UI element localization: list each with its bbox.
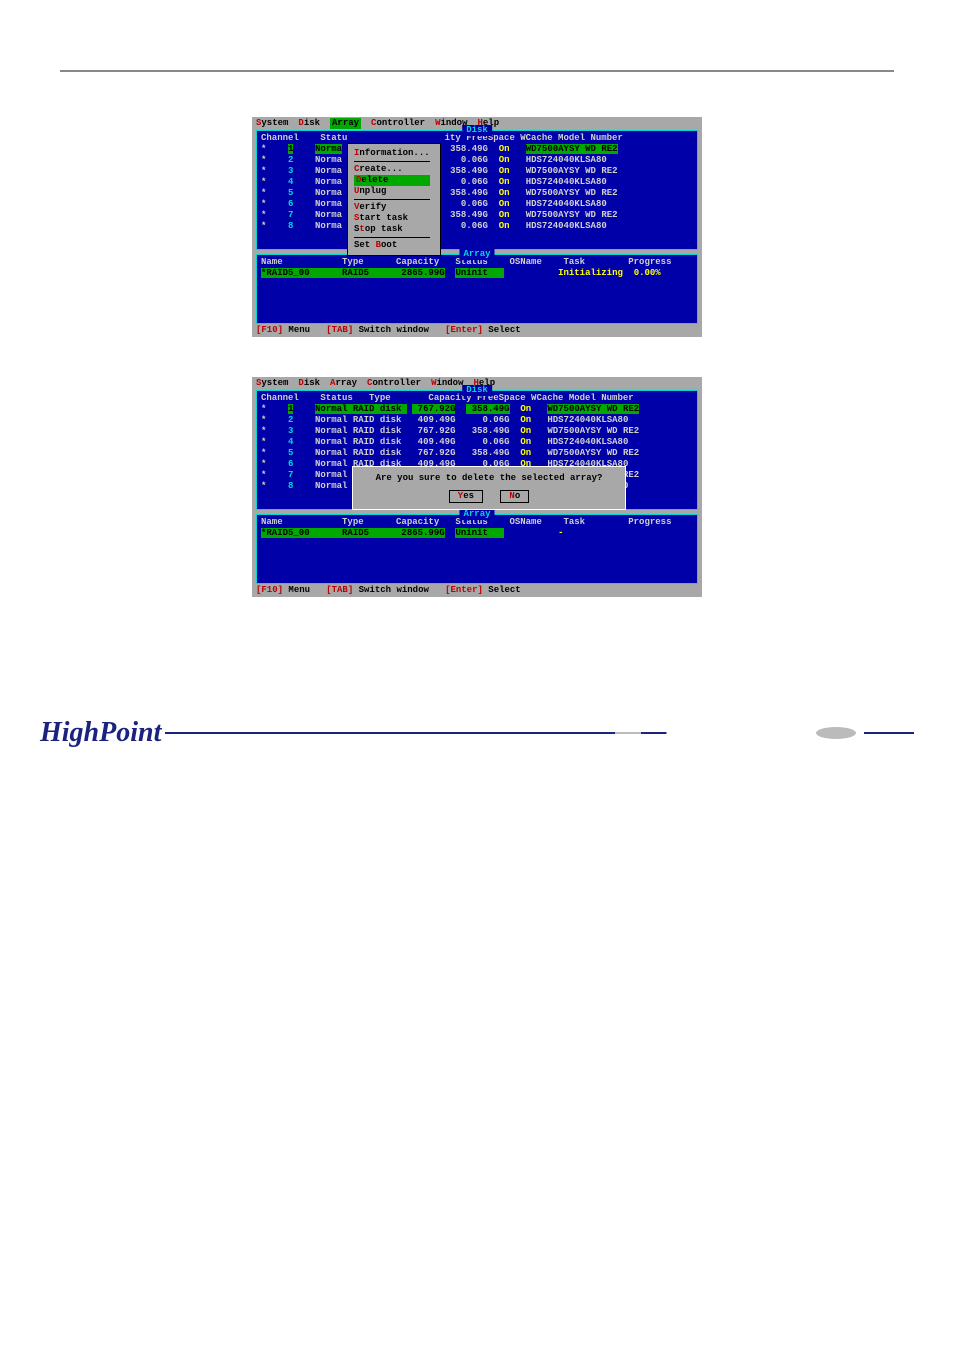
menu-disk[interactable]: Disk [298, 378, 320, 389]
disk-panel-title: Disk [462, 385, 492, 396]
array-panel-title: Array [459, 509, 494, 520]
menu-array[interactable]: Array [330, 118, 361, 129]
table-row[interactable]: * 1 Norma 2G 358.49G On WD7500AYSY WD RE… [261, 144, 693, 155]
footer-page-oval [816, 727, 856, 739]
table-row[interactable]: *RAID5_00 RAID5 2865.99G Uninit - [261, 528, 693, 539]
table-row[interactable]: * 3 Normal RAID disk 767.92G 358.49G On … [261, 426, 693, 437]
footer-line-tail [864, 732, 914, 734]
dialog-message: Are you sure to delete the selected arra… [359, 473, 619, 484]
menu-window[interactable]: Window [431, 378, 463, 389]
array-panel: Array Name Type Capacity Status OSName T… [256, 254, 698, 324]
menu-item-delete[interactable]: Delete [354, 175, 430, 186]
table-row[interactable]: * 4 Normal RAID disk 409.49G 0.06G On HD… [261, 437, 693, 448]
menu-controller[interactable]: Controller [367, 378, 421, 389]
array-panel: Array Name Type Capacity Status OSName T… [256, 514, 698, 584]
table-row[interactable]: * 4 Norma 9G 0.06G On HDS724040KLSA80 [261, 177, 693, 188]
table-row[interactable]: * 6 Norma 9G 0.06G On HDS724040KLSA80 [261, 199, 693, 210]
dialog-yes-button[interactable]: Yes [449, 490, 483, 503]
table-row[interactable]: *RAID5_00 RAID5 2865.99G Uninit Initiali… [261, 268, 693, 279]
highpoint-logo: HighPoint [40, 717, 161, 749]
disk-panel-title: Disk [462, 125, 492, 136]
table-row[interactable]: * 2 Norma 9G 0.06G On HDS724040KLSA80 [261, 155, 693, 166]
menu-array[interactable]: Array [330, 378, 357, 389]
table-row[interactable]: * 2 Normal RAID disk 409.49G 0.06G On HD… [261, 415, 693, 426]
menu-item-start-task[interactable]: Start task [354, 213, 430, 224]
menu-item-stop-task[interactable]: Stop task [354, 224, 430, 235]
array-panel-title: Array [459, 249, 494, 260]
menu-system[interactable]: System [256, 378, 288, 389]
menu-item-create[interactable]: Create... [354, 164, 430, 175]
table-row[interactable]: * 7 Norma 2G 358.49G On WD7500AYSY WD RE… [261, 210, 693, 221]
bios-console-2: System Disk Array Controller Window Help… [252, 377, 702, 597]
table-row[interactable]: * 5 Norma 2G 358.49G On WD7500AYSY WD RE… [261, 188, 693, 199]
menu-item-verify[interactable]: Verify [354, 202, 430, 213]
disk-panel: Disk Channel Statu ity FreeSpace WCache … [256, 130, 698, 250]
menu-item-unplug[interactable]: Unplug [354, 186, 430, 197]
status-bar: [F10] Menu [TAB] Switch window [Enter] S… [252, 324, 702, 337]
bios-console-1: System Disk Array Controller Window Help… [252, 117, 702, 337]
footer-line [165, 732, 808, 734]
confirm-dialog: Are you sure to delete the selected arra… [352, 466, 626, 510]
page-footer: HighPoint [40, 717, 914, 749]
table-row[interactable]: * 3 Norma 2G 358.49G On WD7500AYSY WD RE… [261, 166, 693, 177]
table-row[interactable]: * 8 Norma 9G 0.06G On HDS724040KLSA80 [261, 221, 693, 232]
menu-disk[interactable]: Disk [298, 118, 320, 129]
array-dropdown[interactable]: Information... Create... Delete Unplug V… [347, 143, 441, 256]
menu-controller[interactable]: Controller [371, 118, 425, 129]
table-row[interactable]: * 1 Normal RAID disk 767.92G 358.49G On … [261, 404, 693, 415]
divider [60, 70, 894, 72]
menu-item-set-boot[interactable]: Set Boot [354, 240, 430, 251]
table-row[interactable]: * 5 Normal RAID disk 767.92G 358.49G On … [261, 448, 693, 459]
dialog-no-button[interactable]: No [500, 490, 529, 503]
menu-item-information[interactable]: Information... [354, 148, 430, 159]
disk-panel: Disk Channel Status Type Capacity FreeSp… [256, 390, 698, 510]
status-bar: [F10] Menu [TAB] Switch window [Enter] S… [252, 584, 702, 597]
menu-system[interactable]: System [256, 118, 288, 129]
